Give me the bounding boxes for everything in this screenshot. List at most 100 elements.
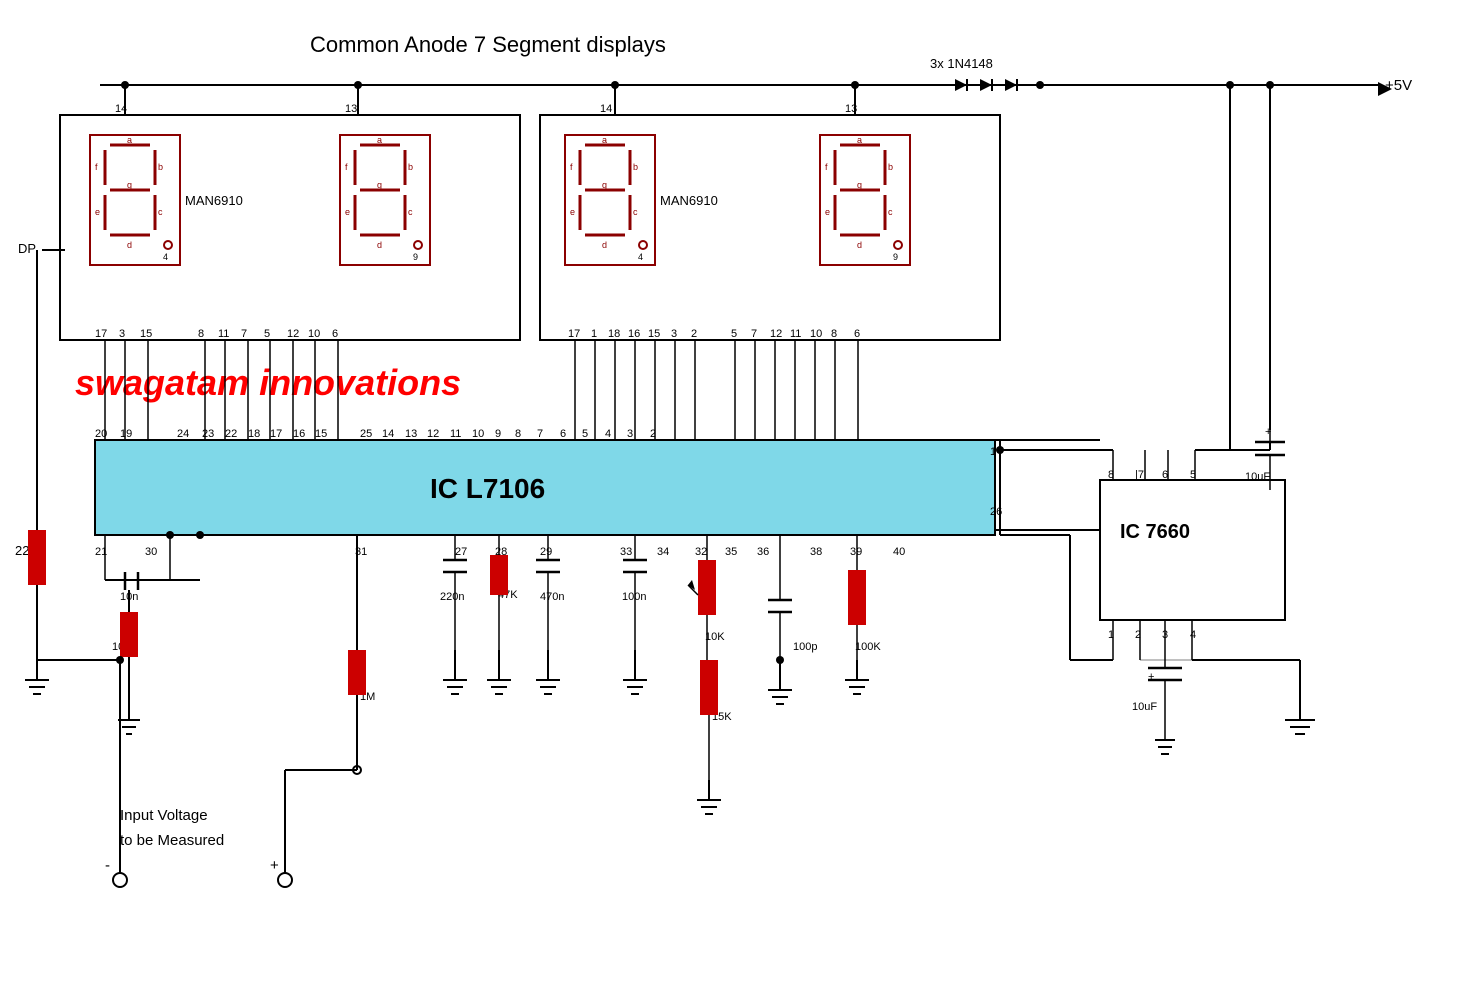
svg-text:d: d xyxy=(377,240,382,250)
svg-text:b: b xyxy=(408,162,413,172)
svg-text:11: 11 xyxy=(218,328,229,340)
input-plus: + xyxy=(270,857,279,874)
diagram-title: Common Anode 7 Segment displays xyxy=(310,32,666,57)
pin-36: 36 xyxy=(757,546,769,558)
segment-display-1: a f b g e c d 4 xyxy=(90,135,180,265)
resistor-1m xyxy=(348,650,366,695)
svg-text:6: 6 xyxy=(332,328,338,340)
segment-display-2: a f b g e c d 9 xyxy=(340,135,430,265)
svg-text:3: 3 xyxy=(119,328,125,340)
svg-text:10: 10 xyxy=(308,328,320,340)
svg-text:c: c xyxy=(888,207,893,217)
resistor-47k xyxy=(490,555,508,595)
input-minus: - xyxy=(105,857,110,874)
svg-text:15: 15 xyxy=(140,328,152,340)
cap-10uf-top-val: 10uF xyxy=(1245,471,1270,483)
cap-100p-label: 100p xyxy=(793,641,817,653)
pin-33: 33 xyxy=(620,546,632,558)
svg-text:a: a xyxy=(127,135,132,145)
right-display-module xyxy=(540,115,1000,340)
svg-text:f: f xyxy=(95,162,98,172)
svg-text:15: 15 xyxy=(648,328,660,340)
diode-2 xyxy=(980,79,1005,91)
ic-7660-box xyxy=(1100,480,1285,620)
r10k-right-label: 10K xyxy=(705,631,725,643)
pin-38: 38 xyxy=(810,546,822,558)
pin-34: 34 xyxy=(657,546,669,558)
resistor-100k xyxy=(848,570,866,625)
pin-40: 40 xyxy=(893,546,905,558)
cap-10uf-bot-val: 10uF xyxy=(1132,701,1157,713)
man6910-label-right: MAN6910 xyxy=(660,193,718,208)
pin-1-ic: 1 xyxy=(990,446,996,458)
pin-35: 35 xyxy=(725,546,737,558)
svg-text:g: g xyxy=(857,180,862,190)
svg-text:5: 5 xyxy=(264,328,270,340)
dp-label: DP xyxy=(18,241,36,256)
input-minus-terminal[interactable] xyxy=(113,873,127,887)
segment-display-3: a f b g e c d 4 xyxy=(565,135,655,265)
cap-220n-label: 220n xyxy=(440,591,464,603)
pin-14: 14 xyxy=(382,428,394,440)
svg-text:b: b xyxy=(158,162,163,172)
pin-13: 13 xyxy=(405,428,417,440)
svg-text:a: a xyxy=(857,135,862,145)
svg-text:g: g xyxy=(127,180,132,190)
resistor-15k xyxy=(700,660,718,715)
pin-30: 30 xyxy=(145,546,157,558)
svg-text:e: e xyxy=(95,207,100,217)
pin-18: 18 xyxy=(248,428,260,440)
pin-4: 4 xyxy=(605,428,611,440)
ic7660-pin7: |7 xyxy=(1135,469,1144,481)
pin-19: 19 xyxy=(120,428,132,440)
svg-text:2: 2 xyxy=(691,328,697,340)
pin-15: 15 xyxy=(315,428,327,440)
pin-22: 22 xyxy=(225,428,237,440)
svg-text:7: 7 xyxy=(241,328,247,340)
diode-label: 3x 1N4148 xyxy=(930,56,993,71)
ic7660-pin6: 6 xyxy=(1162,469,1168,481)
svg-text:5: 5 xyxy=(731,328,737,340)
ic7660-pin4: 4 xyxy=(1190,629,1196,641)
svg-text:e: e xyxy=(570,207,575,217)
svg-text:17: 17 xyxy=(568,328,580,340)
left-display-module xyxy=(60,115,520,340)
svg-text:f: f xyxy=(345,162,348,172)
ic-l7106-label: IC L7106 xyxy=(430,473,545,504)
input-plus-terminal[interactable] xyxy=(278,873,292,887)
pin-29: 29 xyxy=(540,546,552,558)
svg-text:f: f xyxy=(570,162,573,172)
r100k-label: 100K xyxy=(855,641,881,653)
resistor-10k-right xyxy=(698,560,716,615)
svg-text:8: 8 xyxy=(198,328,204,340)
svg-text:g: g xyxy=(602,180,607,190)
svg-text:9: 9 xyxy=(413,252,418,262)
circuit-diagram: Common Anode 7 Segment displays +5V 3x 1… xyxy=(0,0,1466,990)
svg-text:17: 17 xyxy=(95,328,107,340)
svg-text:g: g xyxy=(377,180,382,190)
input-label-1: Input Voltage xyxy=(120,807,208,824)
svg-text:d: d xyxy=(602,240,607,250)
svg-text:9: 9 xyxy=(893,252,898,262)
resistor-10k-left xyxy=(120,612,138,657)
pin-5: 5 xyxy=(582,428,588,440)
svg-text:d: d xyxy=(127,240,132,250)
svg-text:e: e xyxy=(825,207,830,217)
pin-12: 12 xyxy=(427,428,439,440)
pin-16: 16 xyxy=(293,428,305,440)
pin-25: 25 xyxy=(360,428,372,440)
svg-text:16: 16 xyxy=(628,328,640,340)
svg-text:18: 18 xyxy=(608,328,620,340)
input-label-2: to be Measured xyxy=(120,832,224,849)
pin-39: 39 xyxy=(850,546,862,558)
resistor-220 xyxy=(28,530,46,585)
pin-32: 32 xyxy=(695,546,707,558)
diode-3 xyxy=(1005,79,1040,91)
svg-text:12: 12 xyxy=(770,328,782,340)
pin-6: 6 xyxy=(560,428,566,440)
diode-1 xyxy=(940,79,980,91)
svg-text:4: 4 xyxy=(638,252,643,262)
pin-14-right: 14 xyxy=(600,103,612,115)
supply-label: +5V xyxy=(1385,77,1412,94)
svg-text:7: 7 xyxy=(751,328,757,340)
